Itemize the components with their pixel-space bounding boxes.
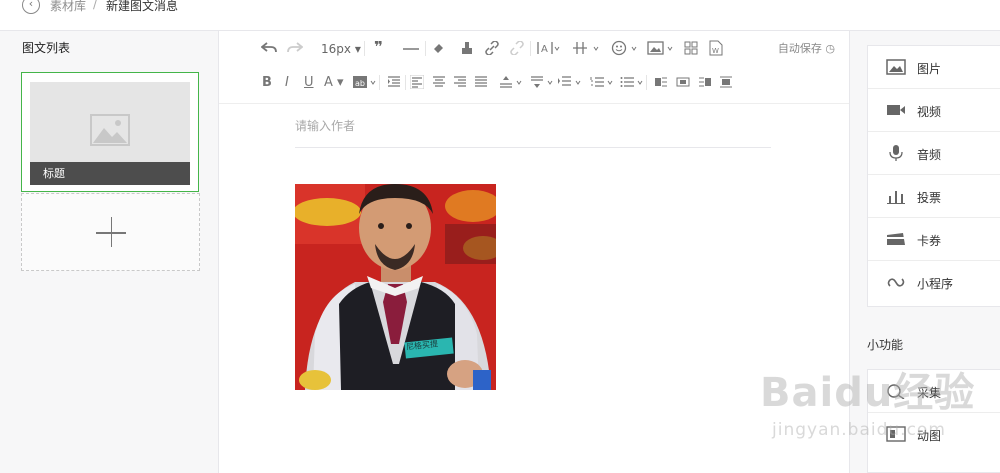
insert-image-button[interactable]: 图片 — [868, 46, 1000, 89]
svg-text:A: A — [541, 44, 548, 55]
insert-audio-button[interactable]: 音频 — [868, 132, 1000, 175]
insert-image-label: 图片 — [917, 62, 942, 76]
breadcrumb-bar: ‹ 素材库 / 新建图文消息 — [0, 0, 1000, 31]
inserted-photo[interactable]: 尼格买提 — [295, 184, 496, 390]
insert-vote-label: 投票 — [917, 191, 942, 205]
line-spacing-icon[interactable] — [572, 40, 600, 56]
mini-features-title: 小功能 — [867, 338, 904, 352]
breadcrumb-current: 新建图文消息 — [106, 0, 179, 13]
toolbar-divider — [425, 41, 426, 56]
article-card[interactable]: 标题 — [21, 72, 199, 192]
row-spacing-top-icon[interactable] — [499, 75, 525, 89]
redo-icon[interactable] — [287, 41, 303, 55]
float-left-icon[interactable] — [654, 75, 668, 89]
toolbar-divider — [379, 75, 380, 90]
media-insert-list: 图片 视频 音频 投票 卡券 小程序 — [867, 45, 1000, 307]
link-icon[interactable] — [485, 41, 499, 55]
word-import-icon[interactable]: W — [709, 40, 723, 56]
letter-spacing-icon[interactable] — [558, 75, 584, 89]
image-insert-icon[interactable] — [647, 40, 675, 56]
row-spacing-bottom-icon[interactable] — [530, 75, 556, 89]
mini-program-icon — [887, 278, 905, 287]
bold-icon[interactable]: B — [262, 75, 272, 91]
insert-audio-label: 音频 — [917, 148, 942, 162]
clear-format-icon[interactable] — [460, 41, 474, 55]
font-size-value: 16px — [321, 42, 351, 56]
background-color-icon[interactable]: ab — [353, 75, 379, 89]
gif-icon — [886, 426, 906, 442]
indent-icon[interactable] — [387, 75, 401, 89]
float-right-icon[interactable] — [698, 75, 712, 89]
gif-label: 动图 — [917, 429, 942, 443]
horizontal-rule-icon[interactable] — [403, 41, 419, 55]
article-list-panel: 图文列表 标题 — [0, 31, 219, 473]
emoji-icon[interactable] — [611, 40, 639, 56]
float-center-icon[interactable] — [719, 75, 733, 89]
cover-placeholder — [30, 82, 190, 162]
font-color-icon[interactable]: A ▾ — [324, 75, 344, 91]
collect-button[interactable]: 采集 — [868, 370, 1000, 413]
insert-coupon-label: 卡券 — [917, 234, 942, 248]
insert-miniprogram-label: 小程序 — [917, 277, 954, 291]
align-left-icon[interactable] — [410, 75, 424, 89]
italic-icon[interactable]: I — [285, 75, 289, 91]
toolbar-divider — [530, 41, 531, 56]
toolbar-divider — [405, 75, 406, 90]
text-spacing-icon[interactable]: A — [537, 40, 561, 56]
insert-panel: 图片 视频 音频 投票 卡券 小程序 小功能 采集 动图 — [849, 31, 1000, 473]
blockquote-icon[interactable]: ❞ — [374, 39, 383, 55]
insert-video-label: 视频 — [917, 105, 942, 119]
format-brush-icon[interactable] — [432, 41, 446, 55]
editor-area: 16px ▾ ❞ A W 自动保存 ◷ B I U A ▾ ab 请输入作者 尼… — [219, 31, 849, 473]
microphone-icon — [889, 145, 903, 161]
image-icon — [886, 59, 906, 75]
add-article-button[interactable] — [21, 193, 200, 271]
unordered-list-icon[interactable] — [620, 75, 646, 89]
autosave-label: 自动保存 — [777, 42, 822, 55]
unlink-icon[interactable] — [510, 41, 524, 55]
bar-chart-icon — [887, 191, 905, 204]
justify-icon[interactable] — [474, 75, 488, 89]
toolbar-divider — [364, 41, 365, 56]
undo-icon[interactable] — [261, 41, 277, 55]
template-icon[interactable] — [684, 41, 698, 55]
mini-features-list: 采集 动图 — [867, 369, 1000, 473]
autosave-toggle[interactable]: 自动保存 ◷ — [778, 41, 835, 57]
breadcrumb-separator: / — [93, 0, 98, 11]
collect-icon — [887, 384, 905, 399]
svg-text:W: W — [712, 47, 719, 55]
plus-icon-vertical — [110, 217, 112, 247]
breadcrumb-library-link[interactable]: 素材库 — [50, 0, 86, 14]
align-center-icon[interactable] — [432, 75, 446, 89]
article-list-title: 图文列表 — [22, 41, 71, 55]
insert-coupon-button[interactable]: 卡券 — [868, 218, 1000, 261]
svg-text:ab: ab — [355, 79, 365, 88]
underline-icon[interactable]: U — [304, 75, 314, 91]
author-input[interactable] — [295, 104, 771, 148]
card-coupon-icon — [887, 233, 905, 245]
float-none-icon[interactable] — [676, 75, 690, 89]
insert-video-button[interactable]: 视频 — [868, 89, 1000, 132]
font-size-select[interactable]: 16px ▾ — [321, 41, 361, 57]
insert-vote-button[interactable]: 投票 — [868, 175, 1000, 218]
editor-toolbar: 16px ▾ ❞ A W 自动保存 ◷ B I U A ▾ ab — [219, 31, 849, 104]
align-right-icon[interactable] — [453, 75, 467, 89]
image-placeholder-icon — [90, 114, 130, 146]
ordered-list-icon[interactable] — [590, 75, 616, 89]
collect-label: 采集 — [917, 386, 942, 400]
back-icon[interactable]: ‹ — [22, 0, 40, 14]
toolbar-divider — [646, 75, 647, 90]
gif-button[interactable]: 动图 — [868, 413, 1000, 456]
photo-image — [295, 184, 496, 390]
video-icon — [887, 105, 905, 115]
insert-miniprogram-button[interactable]: 小程序 — [868, 261, 1000, 304]
article-card-caption: 标题 — [30, 162, 190, 185]
